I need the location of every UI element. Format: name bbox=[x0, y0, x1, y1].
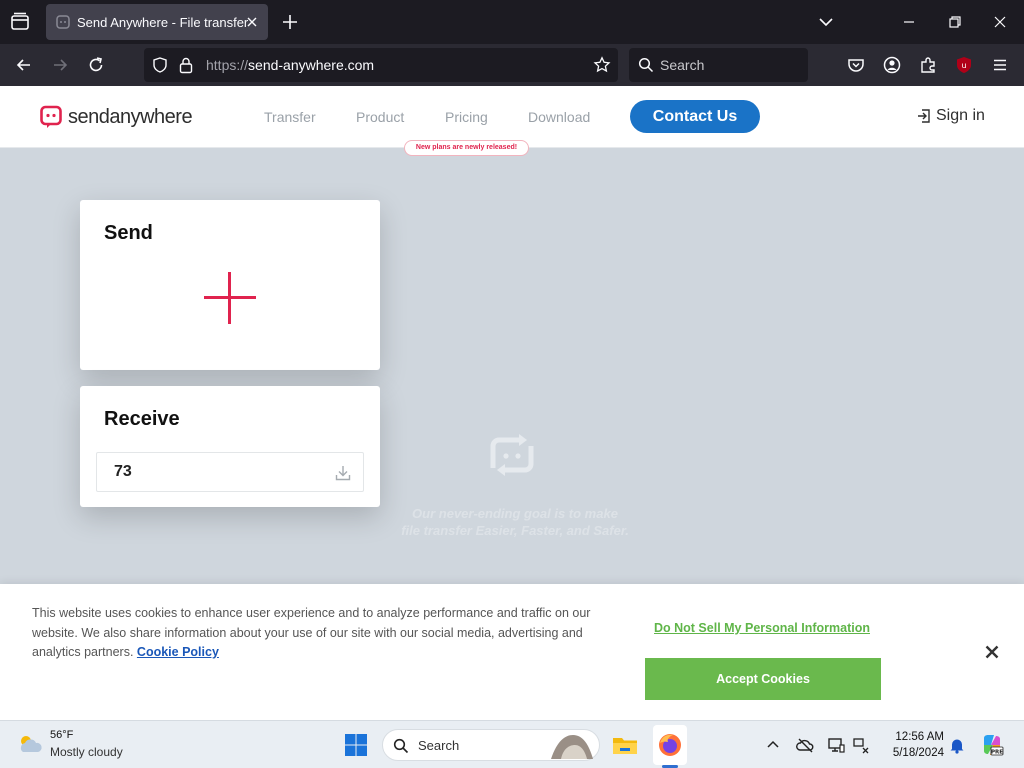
url-bar[interactable]: https://send-anywhere.com bbox=[144, 48, 618, 82]
search-icon bbox=[638, 57, 654, 73]
tagline: Our never-ending goal is to make file tr… bbox=[401, 506, 629, 538]
notification-bell-icon[interactable] bbox=[948, 736, 966, 754]
search-highlight-image-icon bbox=[551, 735, 593, 759]
download-icon[interactable] bbox=[334, 464, 352, 482]
browser-tab-active[interactable]: Send Anywhere - File transfer bbox=[46, 4, 268, 40]
search-icon bbox=[393, 738, 409, 754]
firefox-icon bbox=[659, 734, 681, 756]
search-placeholder: Search bbox=[660, 57, 705, 73]
cookie-policy-link[interactable]: Cookie Policy bbox=[137, 645, 219, 659]
svg-text:PRE: PRE bbox=[991, 750, 1003, 756]
windows-taskbar: 56°F Mostly cloudy Search 12:56 AM 5/18/… bbox=[0, 720, 1024, 768]
display-icon[interactable] bbox=[827, 736, 845, 754]
tab-title: Send Anywhere - File transfer bbox=[77, 15, 249, 30]
logo-text: sendanywhere bbox=[68, 105, 193, 128]
pocket-icon[interactable] bbox=[846, 55, 866, 75]
add-files-plus-icon[interactable] bbox=[204, 272, 256, 324]
onedrive-offline-icon[interactable] bbox=[796, 736, 814, 754]
menu-hamburger-icon[interactable] bbox=[990, 55, 1010, 75]
receive-key-value: 73 bbox=[114, 463, 132, 480]
send-anywhere-logo-icon bbox=[40, 105, 62, 128]
extensions-icon[interactable] bbox=[918, 55, 938, 75]
receive-card: Receive 73 bbox=[80, 386, 380, 507]
contact-us-button[interactable]: Contact Us bbox=[630, 100, 760, 133]
list-all-tabs-icon[interactable] bbox=[816, 12, 836, 32]
bookmark-star-icon[interactable] bbox=[593, 56, 611, 74]
site-header: sendanywhere Transfer Product Pricing Do… bbox=[0, 86, 1024, 156]
forward-arrow-icon[interactable] bbox=[50, 55, 70, 75]
clock-date: 5/18/2024 bbox=[892, 747, 944, 759]
browser-tab-bar: Send Anywhere - File transfer bbox=[0, 0, 1024, 44]
weather-temperature: 56°F bbox=[50, 729, 74, 741]
sign-in-icon bbox=[918, 109, 930, 123]
nav-product[interactable]: Product bbox=[356, 109, 404, 125]
account-icon[interactable] bbox=[882, 55, 902, 75]
windows-start-icon[interactable] bbox=[344, 733, 368, 757]
back-arrow-icon[interactable] bbox=[14, 55, 34, 75]
lock-icon[interactable] bbox=[178, 56, 194, 74]
nav-download[interactable]: Download bbox=[528, 109, 590, 125]
new-tab-icon[interactable] bbox=[280, 12, 300, 32]
sign-in-label: Sign in bbox=[936, 107, 985, 124]
close-tab-icon[interactable] bbox=[245, 15, 259, 29]
url-text[interactable]: https://send-anywhere.com bbox=[206, 57, 374, 73]
file-explorer-icon[interactable] bbox=[611, 731, 639, 759]
network-icon[interactable] bbox=[852, 736, 870, 754]
browser-search-bar[interactable]: Search bbox=[629, 48, 808, 82]
do-not-sell-link[interactable]: Do Not Sell My Personal Information bbox=[654, 621, 870, 635]
accept-cookies-button[interactable]: Accept Cookies bbox=[645, 658, 881, 700]
restore-icon[interactable] bbox=[945, 12, 965, 32]
receive-key-input[interactable]: 73 bbox=[96, 452, 364, 492]
chevron-up-icon[interactable] bbox=[764, 736, 782, 754]
send-card[interactable]: Send bbox=[80, 200, 380, 370]
clock-time: 12:56 AM bbox=[895, 731, 944, 743]
minimize-icon[interactable] bbox=[899, 12, 919, 32]
close-icon[interactable] bbox=[984, 644, 1000, 660]
taskbar-search-label: Search bbox=[418, 738, 460, 753]
taskbar-search-box[interactable]: Search bbox=[382, 729, 600, 761]
taskbar-firefox-active[interactable] bbox=[653, 725, 687, 765]
send-anywhere-favicon-icon bbox=[56, 15, 70, 29]
tab-list-icon[interactable] bbox=[8, 10, 32, 34]
svg-text:u: u bbox=[961, 61, 966, 70]
reload-icon[interactable] bbox=[86, 55, 106, 75]
pricing-tooltip: New plans are newly released! bbox=[404, 140, 529, 156]
shield-icon[interactable] bbox=[151, 56, 169, 74]
browser-nav-bar: https://send-anywhere.com Search u 12 bbox=[0, 44, 1024, 107]
main-content: Send Receive 73 Our never-ending goal is… bbox=[0, 149, 1024, 584]
nav-transfer[interactable]: Transfer bbox=[264, 109, 316, 125]
send-title: Send bbox=[104, 222, 153, 244]
ublock-icon[interactable]: u bbox=[954, 55, 974, 75]
receive-title: Receive bbox=[104, 408, 180, 430]
background-logo-icon bbox=[490, 434, 534, 476]
cloudy-weather-icon[interactable] bbox=[16, 732, 44, 756]
sign-in-link[interactable]: Sign in bbox=[916, 107, 985, 125]
taskbar-clock[interactable]: 12:56 AM 5/18/2024 bbox=[876, 729, 944, 761]
cookie-banner: This website uses cookies to enhance use… bbox=[0, 584, 1024, 720]
weather-description: Mostly cloudy bbox=[50, 745, 123, 759]
site-logo[interactable]: sendanywhere bbox=[40, 105, 193, 129]
copilot-icon[interactable]: PRE bbox=[980, 733, 1004, 757]
nav-pricing[interactable]: Pricing bbox=[445, 109, 488, 125]
cookie-text: This website uses cookies to enhance use… bbox=[32, 606, 591, 659]
close-window-icon[interactable] bbox=[990, 12, 1010, 32]
